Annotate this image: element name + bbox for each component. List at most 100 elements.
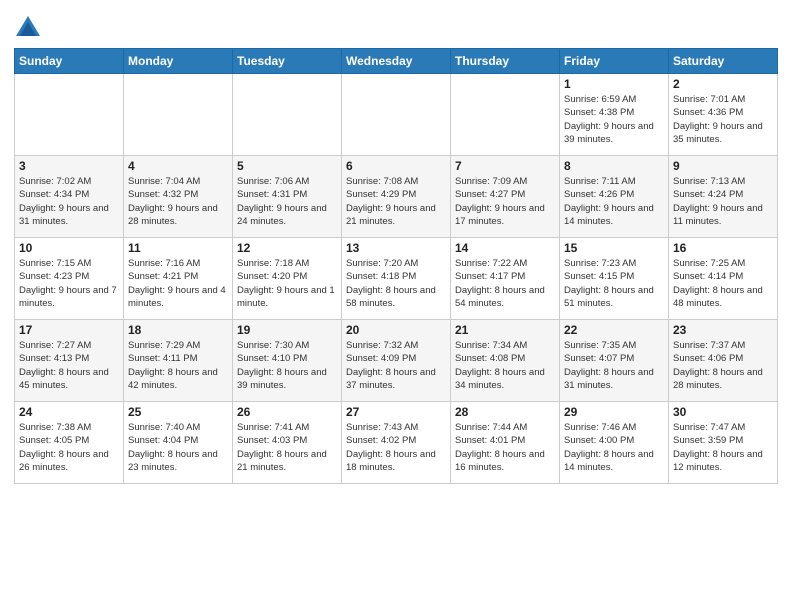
day-number-7: 7 — [455, 159, 555, 173]
cell-0-6: 2Sunrise: 7:01 AM Sunset: 4:36 PM Daylig… — [669, 74, 778, 156]
day-info-8: Sunrise: 7:11 AM Sunset: 4:26 PM Dayligh… — [564, 175, 664, 228]
day-number-24: 24 — [19, 405, 119, 419]
day-number-18: 18 — [128, 323, 228, 337]
cell-2-4: 14 Sunrise: 7:22 AM Sunset: 4:17 PM Dayli… — [451, 238, 560, 320]
cell-0-3 — [342, 74, 451, 156]
cell-1-6: 9 Sunrise: 7:13 AM Sunset: 4:24 PM Daylig… — [669, 156, 778, 238]
day-number-4: 4 — [128, 159, 228, 173]
cell-3-0: 17 Sunrise: 7:27 AM Sunset: 4:13 PM Dayli… — [15, 320, 124, 402]
cell-4-0: 24 Sunrise: 7:38 AM Sunset: 4:05 PM Dayli… — [15, 402, 124, 484]
col-wednesday: Wednesday — [342, 49, 451, 74]
day-info-9: Sunrise: 7:13 AM Sunset: 4:24 PM Dayligh… — [673, 175, 773, 228]
day-info-18: Sunrise: 7:29 AM Sunset: 4:11 PM Dayligh… — [128, 339, 228, 392]
day-number-9: 9 — [673, 159, 773, 173]
day-number-12: 12 — [237, 241, 337, 255]
cell-4-3: 27 Sunrise: 7:43 AM Sunset: 4:02 PM Dayli… — [342, 402, 451, 484]
week-row-2: 10 Sunrise: 7:15 AM Sunset: 4:23 PM Dayli… — [15, 238, 778, 320]
cell-2-0: 10 Sunrise: 7:15 AM Sunset: 4:23 PM Dayli… — [15, 238, 124, 320]
day-info-27: Sunrise: 7:43 AM Sunset: 4:02 PM Dayligh… — [346, 421, 446, 474]
cell-2-6: 16Sunrise: 7:25 AM Sunset: 4:14 PM Dayli… — [669, 238, 778, 320]
day-info-28: Sunrise: 7:44 AM Sunset: 4:01 PM Dayligh… — [455, 421, 555, 474]
day-info-14: Sunrise: 7:22 AM Sunset: 4:17 PM Dayligh… — [455, 257, 555, 310]
day-info-3: Sunrise: 7:02 AM Sunset: 4:34 PM Dayligh… — [19, 175, 119, 228]
day-info-20: Sunrise: 7:32 AM Sunset: 4:09 PM Dayligh… — [346, 339, 446, 392]
day-number-22: 22 — [564, 323, 664, 337]
col-friday: Friday — [560, 49, 669, 74]
col-sunday: Sunday — [15, 49, 124, 74]
day-number-10: 10 — [19, 241, 119, 255]
day-info-17: Sunrise: 7:27 AM Sunset: 4:13 PM Dayligh… — [19, 339, 119, 392]
week-row-4: 24 Sunrise: 7:38 AM Sunset: 4:05 PM Dayli… — [15, 402, 778, 484]
day-info-26: Sunrise: 7:41 AM Sunset: 4:03 PM Dayligh… — [237, 421, 337, 474]
day-info-24: Sunrise: 7:38 AM Sunset: 4:05 PM Dayligh… — [19, 421, 119, 474]
day-number-27: 27 — [346, 405, 446, 419]
day-info-19: Sunrise: 7:30 AM Sunset: 4:10 PM Dayligh… — [237, 339, 337, 392]
col-saturday: Saturday — [669, 49, 778, 74]
day-number-25: 25 — [128, 405, 228, 419]
cell-1-3: 6Sunrise: 7:08 AM Sunset: 4:29 PM Daylig… — [342, 156, 451, 238]
col-tuesday: Tuesday — [233, 49, 342, 74]
day-number-3: 3 — [19, 159, 119, 173]
day-info-23: Sunrise: 7:37 AM Sunset: 4:06 PM Dayligh… — [673, 339, 773, 392]
day-info-12: Sunrise: 7:18 AM Sunset: 4:20 PM Dayligh… — [237, 257, 337, 310]
calendar-header-row: Sunday Monday Tuesday Wednesday Thursday… — [15, 49, 778, 74]
cell-3-5: 22 Sunrise: 7:35 AM Sunset: 4:07 PM Dayli… — [560, 320, 669, 402]
header — [14, 10, 778, 42]
day-info-13: Sunrise: 7:20 AM Sunset: 4:18 PM Dayligh… — [346, 257, 446, 310]
cell-3-3: 20 Sunrise: 7:32 AM Sunset: 4:09 PM Dayli… — [342, 320, 451, 402]
day-number-26: 26 — [237, 405, 337, 419]
cell-3-4: 21 Sunrise: 7:34 AM Sunset: 4:08 PM Dayli… — [451, 320, 560, 402]
cell-4-6: 30 Sunrise: 7:47 AM Sunset: 3:59 PM Dayli… — [669, 402, 778, 484]
cell-0-1 — [124, 74, 233, 156]
cell-1-5: 8Sunrise: 7:11 AM Sunset: 4:26 PM Daylig… — [560, 156, 669, 238]
day-number-13: 13 — [346, 241, 446, 255]
day-number-17: 17 — [19, 323, 119, 337]
day-info-2: Sunrise: 7:01 AM Sunset: 4:36 PM Dayligh… — [673, 93, 773, 146]
cell-0-0 — [15, 74, 124, 156]
cell-4-2: 26 Sunrise: 7:41 AM Sunset: 4:03 PM Dayli… — [233, 402, 342, 484]
cell-2-1: 11Sunrise: 7:16 AM Sunset: 4:21 PM Dayli… — [124, 238, 233, 320]
day-info-29: Sunrise: 7:46 AM Sunset: 4:00 PM Dayligh… — [564, 421, 664, 474]
day-info-4: Sunrise: 7:04 AM Sunset: 4:32 PM Dayligh… — [128, 175, 228, 228]
cell-0-4 — [451, 74, 560, 156]
cell-2-2: 12 Sunrise: 7:18 AM Sunset: 4:20 PM Dayli… — [233, 238, 342, 320]
cell-1-0: 3 Sunrise: 7:02 AM Sunset: 4:34 PM Daylig… — [15, 156, 124, 238]
day-info-30: Sunrise: 7:47 AM Sunset: 3:59 PM Dayligh… — [673, 421, 773, 474]
cell-0-2 — [233, 74, 342, 156]
logo-icon — [14, 14, 42, 42]
day-info-22: Sunrise: 7:35 AM Sunset: 4:07 PM Dayligh… — [564, 339, 664, 392]
cell-4-5: 29Sunrise: 7:46 AM Sunset: 4:00 PM Dayli… — [560, 402, 669, 484]
day-number-11: 11 — [128, 241, 228, 255]
day-number-21: 21 — [455, 323, 555, 337]
day-info-7: Sunrise: 7:09 AM Sunset: 4:27 PM Dayligh… — [455, 175, 555, 228]
day-number-6: 6 — [346, 159, 446, 173]
week-row-1: 3 Sunrise: 7:02 AM Sunset: 4:34 PM Daylig… — [15, 156, 778, 238]
cell-3-1: 18 Sunrise: 7:29 AM Sunset: 4:11 PM Dayli… — [124, 320, 233, 402]
day-number-14: 14 — [455, 241, 555, 255]
day-info-10: Sunrise: 7:15 AM Sunset: 4:23 PM Dayligh… — [19, 257, 119, 310]
day-info-1: Sunrise: 6:59 AM Sunset: 4:38 PM Dayligh… — [564, 93, 664, 146]
cell-3-2: 19Sunrise: 7:30 AM Sunset: 4:10 PM Dayli… — [233, 320, 342, 402]
cell-3-6: 23 Sunrise: 7:37 AM Sunset: 4:06 PM Dayli… — [669, 320, 778, 402]
day-number-23: 23 — [673, 323, 773, 337]
day-number-1: 1 — [564, 77, 664, 91]
day-number-28: 28 — [455, 405, 555, 419]
cell-0-5: 1 Sunrise: 6:59 AM Sunset: 4:38 PM Daylig… — [560, 74, 669, 156]
cell-4-1: 25 Sunrise: 7:40 AM Sunset: 4:04 PM Dayli… — [124, 402, 233, 484]
day-number-5: 5 — [237, 159, 337, 173]
day-number-30: 30 — [673, 405, 773, 419]
cell-2-5: 15 Sunrise: 7:23 AM Sunset: 4:15 PM Dayli… — [560, 238, 669, 320]
day-number-20: 20 — [346, 323, 446, 337]
day-info-15: Sunrise: 7:23 AM Sunset: 4:15 PM Dayligh… — [564, 257, 664, 310]
col-monday: Monday — [124, 49, 233, 74]
day-number-15: 15 — [564, 241, 664, 255]
day-info-25: Sunrise: 7:40 AM Sunset: 4:04 PM Dayligh… — [128, 421, 228, 474]
week-row-0: 1 Sunrise: 6:59 AM Sunset: 4:38 PM Daylig… — [15, 74, 778, 156]
cell-1-4: 7 Sunrise: 7:09 AM Sunset: 4:27 PM Daylig… — [451, 156, 560, 238]
page: Sunday Monday Tuesday Wednesday Thursday… — [0, 0, 792, 612]
cell-1-2: 5Sunrise: 7:06 AM Sunset: 4:31 PM Daylig… — [233, 156, 342, 238]
cell-2-3: 13 Sunrise: 7:20 AM Sunset: 4:18 PM Dayli… — [342, 238, 451, 320]
calendar: Sunday Monday Tuesday Wednesday Thursday… — [14, 48, 778, 484]
day-info-16: Sunrise: 7:25 AM Sunset: 4:14 PM Dayligh… — [673, 257, 773, 310]
day-info-21: Sunrise: 7:34 AM Sunset: 4:08 PM Dayligh… — [455, 339, 555, 392]
